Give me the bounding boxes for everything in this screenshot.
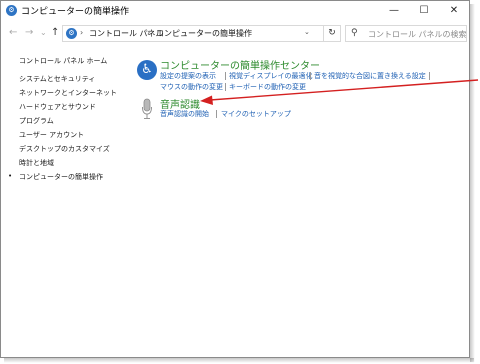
control-panel-window: ⚙ コンピューターの簡単操作 — ☐ ✕ ← → ⌄ ↑ ⚙ › コントロール … [0, 0, 470, 358]
ease-of-access-center-title[interactable]: コンピューターの簡単操作センター [160, 57, 320, 72]
ease-of-access-icon: ♿ [137, 60, 157, 80]
address-bar: ← → ⌄ ↑ ⚙ › コントロール パネル › コンピューターの簡単操作 › … [1, 23, 469, 45]
sidebar-item-home[interactable]: コントロール パネル ホーム [19, 56, 107, 66]
search-placeholder: コントロール パネルの検索 [368, 30, 467, 39]
close-button[interactable]: ✕ [439, 1, 469, 21]
sidebar-item-system-security[interactable]: システムとセキュリティ [19, 74, 95, 84]
address-box[interactable]: ⚙ › コントロール パネル › コンピューターの簡単操作 › ⌄ [62, 25, 324, 42]
up-button[interactable]: ↑ [51, 27, 59, 38]
breadcrumb-separator: › [147, 28, 151, 37]
link-replace-sounds[interactable]: 音を視覚的な合図に置き換える設定 [314, 71, 426, 81]
link-separator [225, 83, 226, 91]
refresh-icon: ↻ [328, 28, 336, 38]
window-shadow [4, 358, 474, 363]
breadcrumb-control-panel[interactable]: コントロール パネル [89, 28, 164, 39]
title-bar: ⚙ コンピューターの簡単操作 — ☐ ✕ [1, 1, 469, 21]
link-keyboard-settings[interactable]: キーボードの動作の変更 [229, 82, 306, 92]
link-recommended-settings[interactable]: 設定の提案の表示 [160, 71, 216, 81]
minimize-button[interactable]: — [379, 1, 409, 21]
recent-locations-button[interactable]: ⌄ [40, 28, 47, 37]
sidebar-item-hardware-sound[interactable]: ハードウェアとサウンド [19, 102, 96, 112]
sidebar-item-user-accounts[interactable]: ユーザー アカウント [19, 130, 84, 140]
link-optimize-display[interactable]: 視覚ディスプレイの最適化 [229, 71, 313, 81]
microphone-icon [142, 98, 152, 119]
link-microphone-setup[interactable]: マイクのセットアップ [221, 109, 291, 119]
address-dropdown-icon[interactable]: ⌄ [304, 28, 310, 36]
breadcrumb-separator: › [80, 28, 84, 37]
window-shadow [470, 4, 475, 362]
search-input[interactable]: ⚲ コントロール パネルの検索 [345, 25, 467, 42]
breadcrumb-separator: › [236, 28, 240, 37]
link-separator [225, 72, 226, 80]
search-icon: ⚲ [351, 28, 358, 38]
window-title: コンピューターの簡単操作 [21, 7, 130, 17]
sidebar-item-programs[interactable]: プログラム [19, 116, 54, 126]
sidebar-item-desktop-customization[interactable]: デスクトップのカスタマイズ [19, 144, 110, 154]
maximize-button[interactable]: ☐ [409, 1, 439, 21]
link-start-speech-recognition[interactable]: 音声認識の開始 [160, 109, 209, 119]
forward-button[interactable]: → [25, 27, 33, 38]
link-separator [216, 110, 217, 118]
link-separator [429, 72, 430, 80]
control-panel-icon: ⚙ [66, 28, 77, 39]
link-separator [310, 72, 311, 80]
sidebar-item-network[interactable]: ネットワークとインターネット [19, 88, 117, 98]
control-panel-icon: ⚙ [6, 5, 17, 16]
refresh-button[interactable]: ↻ [323, 25, 341, 42]
sidebar-item-clock-region[interactable]: 時計と地域 [19, 158, 54, 168]
back-button[interactable]: ← [9, 27, 17, 38]
current-item-bullet: • [8, 172, 13, 180]
sidebar-item-ease-of-access[interactable]: コンピューターの簡単操作 [19, 172, 103, 182]
link-mouse-settings[interactable]: マウスの動作の変更 [160, 82, 223, 92]
